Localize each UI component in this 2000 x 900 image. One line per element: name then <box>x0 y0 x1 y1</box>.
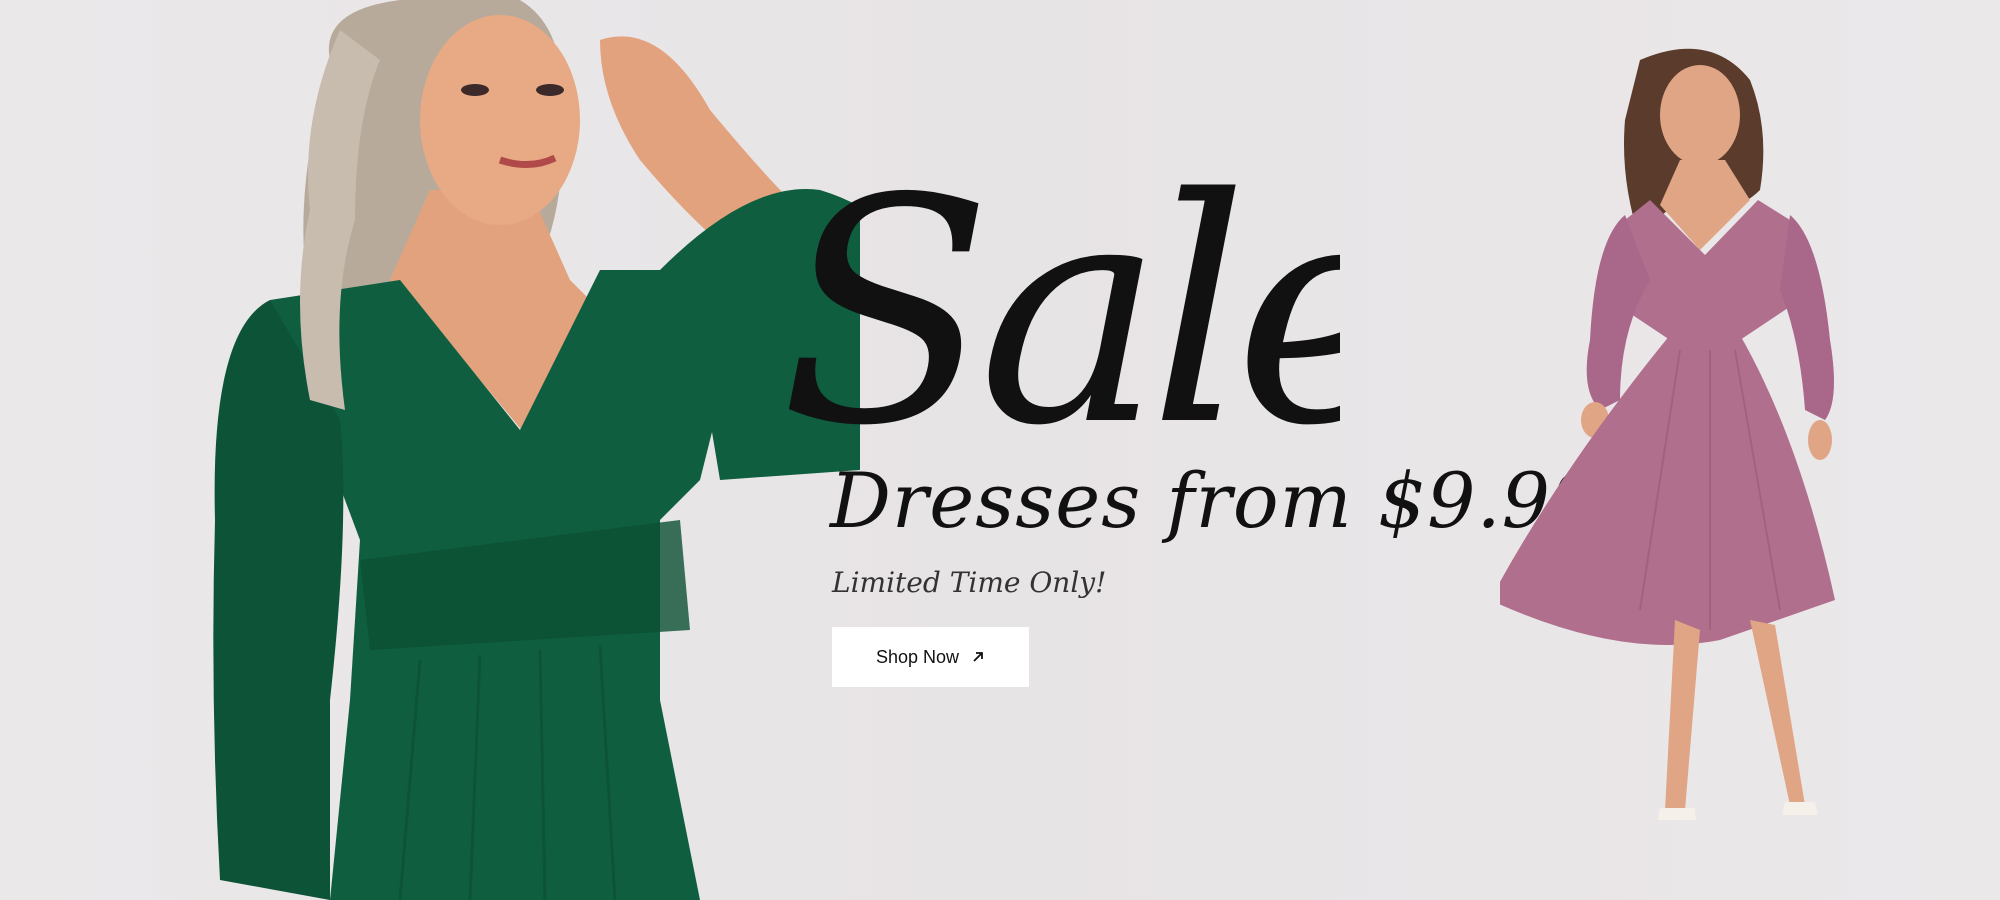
shop-now-button[interactable]: Shop Now <box>832 627 1029 687</box>
shop-now-label: Shop Now <box>875 646 960 667</box>
subline: Limited Time Only! <box>832 566 1107 599</box>
right-model-image <box>1490 40 1900 844</box>
sale-title: Sale <box>780 120 1340 440</box>
promo-banner[interactable]: Sale Dresses from $9.99 Limited Time Onl… <box>0 0 2000 900</box>
sale-title-text: Sale <box>780 133 1340 440</box>
arrow-up-right-icon <box>971 650 985 664</box>
headline: Dresses from $9.99 <box>830 456 1601 545</box>
left-model-image <box>100 0 930 900</box>
